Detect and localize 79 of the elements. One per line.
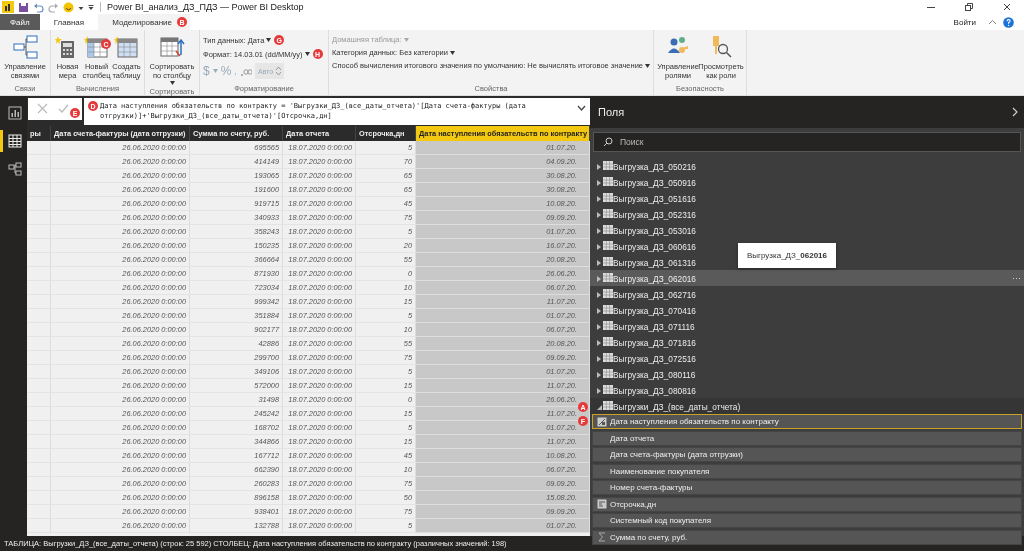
field-item[interactable]: Номер счета-фактуры <box>592 480 1022 495</box>
table-list-item[interactable]: Выгрузка_ДЗ_062716 <box>597 288 696 300</box>
table-list-item[interactable]: Выгрузка_ДЗ_050216 <box>597 160 696 172</box>
search-field[interactable]: Поиск <box>593 132 1021 152</box>
smiley-icon <box>63 1 74 13</box>
spinner-arrows-icon <box>276 66 282 76</box>
sign-in-link[interactable]: Войти <box>953 17 976 27</box>
table-icon <box>603 176 613 186</box>
file-tab[interactable]: Файл <box>0 14 40 30</box>
table-list-item[interactable]: Выгрузка_ДЗ_070416 <box>597 304 696 316</box>
field-item[interactable]: Наименование покупателя <box>592 463 1022 479</box>
table-list-item[interactable]: Выгрузка_ДЗ_061316 <box>597 256 696 268</box>
table-icon <box>603 224 613 234</box>
expand-chevron-icon <box>577 105 586 111</box>
table-list-item[interactable]: Выгрузка_ДЗ_051616 <box>597 192 696 204</box>
panel-title: Поля <box>598 106 625 118</box>
table-list-item[interactable]: Выгрузка_ДЗ_050916 <box>597 176 696 188</box>
table-icon <box>603 192 613 202</box>
relationship-diagram-icon <box>12 35 38 59</box>
table-icon <box>603 368 613 378</box>
search-icon <box>603 137 613 147</box>
caret-icon <box>403 37 409 42</box>
calculated-column-icon <box>597 416 607 427</box>
numeric-column-icon <box>597 499 607 509</box>
table-icon <box>603 240 613 250</box>
ribbon-tab[interactable]: Главная <box>39 14 99 30</box>
field-item[interactable]: Дата отчета <box>592 430 1022 446</box>
table-icon <box>603 256 613 266</box>
caret-icon <box>304 52 310 56</box>
restore-icon <box>964 2 974 12</box>
caret-icon <box>212 69 218 73</box>
app-icon <box>2 1 14 13</box>
table-view-icon <box>8 134 22 148</box>
table-list-item[interactable]: Выгрузка_ДЗ_071116 <box>597 320 695 332</box>
field-item[interactable]: Дата наступления обязательств по контракту <box>592 414 1022 429</box>
report-view-icon <box>8 106 22 120</box>
table-list-item[interactable]: Выгрузка_ДЗ_080116 <box>597 368 696 380</box>
table-list-item[interactable]: Выгрузка_ДЗ_071816 <box>597 336 696 348</box>
table-list-item[interactable]: Выгрузка_ДЗ_080816 <box>597 384 696 396</box>
redo-icon <box>48 1 59 13</box>
close-icon <box>36 103 48 114</box>
caret-icon <box>645 63 651 68</box>
field-item[interactable]: Системный код покупателя <box>592 513 1022 528</box>
window-title: Power BI_анализ_ДЗ_ПДЗ — Power BI Desktop <box>107 2 304 12</box>
sort-table-icon <box>159 35 185 59</box>
checkmark-icon <box>57 103 69 114</box>
table-icon <box>603 272 613 282</box>
field-item[interactable]: Сумма по счету, руб. <box>592 529 1022 545</box>
table-icon <box>603 336 613 346</box>
undo-icon <box>33 1 44 13</box>
table-icon <box>603 352 613 362</box>
field-item[interactable]: Отсрочка,дн <box>592 496 1022 512</box>
table-icon <box>603 208 613 218</box>
tooltip: Выгрузка_ДЗ_062016 <box>738 243 836 268</box>
table-list-item[interactable]: Выгрузка_ДЗ_062016 <box>597 272 696 284</box>
caret-icon <box>450 50 455 55</box>
table-icon <box>603 288 613 298</box>
decimal-icon <box>239 66 252 76</box>
table-list-item[interactable]: Выгрузка_ДЗ_052316 <box>597 208 696 220</box>
table-icon <box>603 400 613 410</box>
table-list-item[interactable]: Выгрузка_ДЗ_060616 <box>597 240 696 252</box>
help-icon <box>1003 16 1014 28</box>
table-icon <box>603 320 613 330</box>
save-icon <box>18 1 29 13</box>
table-list-item[interactable]: Выгрузка_ДЗ_053016 <box>597 224 696 236</box>
table-column-icon <box>84 35 109 59</box>
more-options-button[interactable]: ··· <box>1012 273 1021 283</box>
close-icon <box>1002 2 1012 12</box>
table-icon <box>114 35 139 59</box>
sigma-icon <box>597 532 607 542</box>
model-view-icon <box>8 162 22 176</box>
field-item[interactable]: Дата счета-фактуры (дата отгрузки) <box>592 447 1022 462</box>
table-list-item[interactable]: Выгрузка_ДЗ_072516 <box>597 352 696 364</box>
table-icon <box>603 384 613 394</box>
caret-icon <box>266 38 272 42</box>
table-icon <box>603 160 613 170</box>
collapse-ribbon-icon <box>988 17 997 27</box>
chevron-right-icon <box>1012 107 1018 117</box>
table-icon <box>603 304 613 314</box>
